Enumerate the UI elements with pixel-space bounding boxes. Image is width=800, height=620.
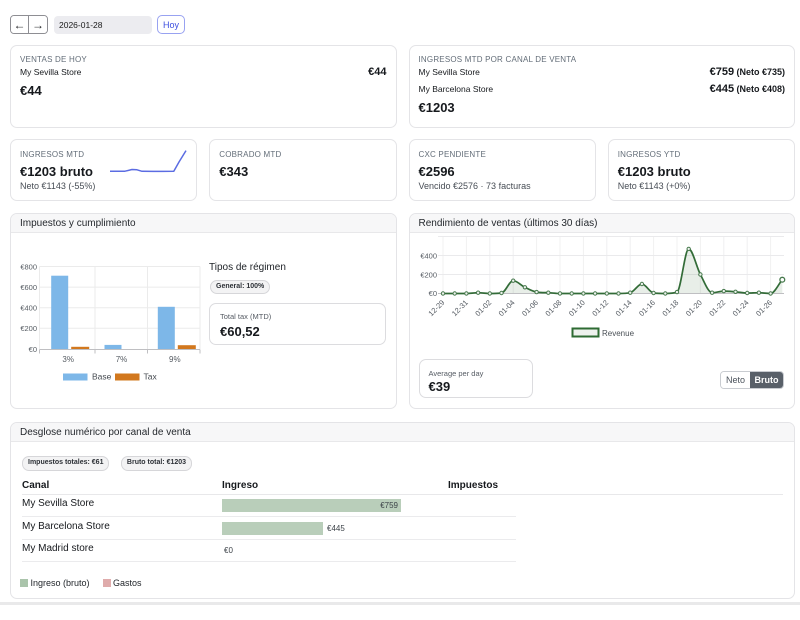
svg-text:€200: €200 [20, 324, 37, 333]
svg-text:01-02: 01-02 [473, 298, 493, 318]
svg-text:12-29: 12-29 [426, 298, 446, 318]
svg-text:01-06: 01-06 [520, 298, 540, 318]
svg-text:€0: €0 [29, 345, 37, 354]
svg-text:7%: 7% [116, 355, 128, 364]
svg-text:€200: €200 [420, 270, 437, 279]
svg-text:01-16: 01-16 [637, 298, 657, 318]
svg-text:01-22: 01-22 [707, 298, 727, 318]
svg-text:01-12: 01-12 [590, 298, 610, 318]
svg-text:3%: 3% [62, 355, 74, 364]
svg-text:01-08: 01-08 [543, 298, 563, 318]
svg-text:01-26: 01-26 [754, 298, 774, 318]
svg-text:01-18: 01-18 [660, 298, 680, 318]
svg-text:12-31: 12-31 [449, 298, 469, 318]
svg-text:€0: €0 [428, 289, 436, 298]
svg-text:Tax: Tax [144, 371, 158, 381]
svg-text:01-14: 01-14 [613, 298, 633, 318]
svg-text:9%: 9% [169, 355, 181, 364]
svg-text:01-10: 01-10 [566, 298, 586, 318]
svg-text:€400: €400 [20, 303, 37, 312]
svg-text:01-24: 01-24 [730, 298, 750, 318]
svg-text:€400: €400 [420, 251, 437, 260]
svg-text:€800: €800 [20, 262, 37, 271]
svg-text:€600: €600 [20, 283, 37, 292]
svg-text:Revenue: Revenue [602, 329, 635, 338]
svg-text:01-04: 01-04 [496, 298, 516, 318]
svg-text:01-20: 01-20 [683, 298, 703, 318]
svg-text:Base: Base [92, 371, 112, 381]
